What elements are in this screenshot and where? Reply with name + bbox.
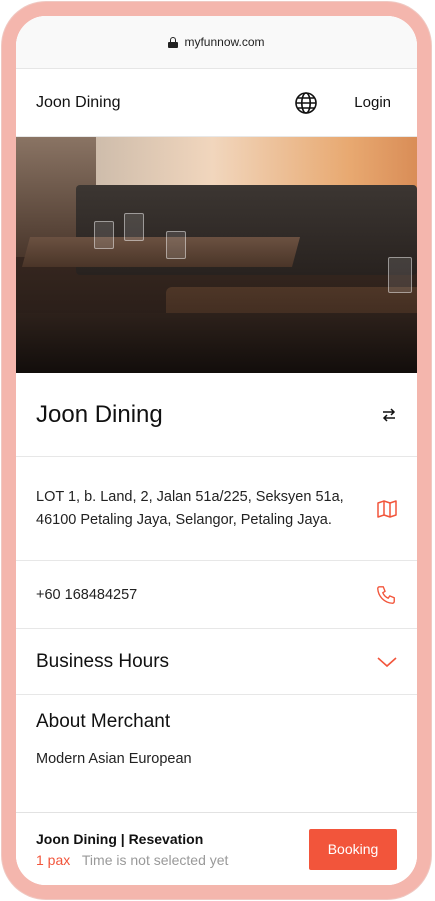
- pax-count[interactable]: 1 pax: [36, 852, 70, 868]
- swap-icon[interactable]: [381, 407, 397, 423]
- booking-bar: Joon Dining | Resevation 1 pax Time is n…: [16, 812, 417, 885]
- phone-icon[interactable]: [375, 584, 397, 606]
- map-icon[interactable]: [377, 499, 397, 518]
- address-row: LOT 1, b. Land, 2, Jalan 51a/225, Seksye…: [16, 457, 417, 561]
- browser-url-bar[interactable]: myfunnow.com: [16, 16, 417, 69]
- about-merchant-text: Modern Asian European: [36, 751, 192, 767]
- business-hours-row[interactable]: Business Hours: [16, 629, 417, 695]
- booking-info: Joon Dining | Resevation 1 pax Time is n…: [36, 831, 309, 868]
- globe-icon[interactable]: [294, 91, 318, 115]
- business-hours-title: Business Hours: [36, 650, 170, 672]
- phone-row: +60 168484257: [16, 561, 417, 629]
- time-status: Time is not selected yet: [81, 851, 229, 868]
- site-header: Joon Dining Login: [16, 69, 417, 137]
- url-text: myfunnow.com: [184, 35, 265, 49]
- about-merchant-title: About Merchant: [36, 711, 171, 732]
- booking-title: Joon Dining | Resevation: [36, 830, 204, 847]
- brand-title[interactable]: Joon Dining: [36, 94, 294, 112]
- merchant-name: Joon Dining: [36, 400, 163, 428]
- screen: myfunnow.com Joon Dining Login Joon Dini…: [16, 16, 417, 885]
- lock-icon: [168, 36, 179, 48]
- phone-frame: myfunnow.com Joon Dining Login Joon Dini…: [2, 2, 431, 899]
- chevron-down-icon[interactable]: [377, 656, 397, 668]
- merchant-phone: +60 168484257: [36, 586, 138, 603]
- merchant-address: LOT 1, b. Land, 2, Jalan 51a/225, Seksye…: [36, 488, 344, 528]
- merchant-hero-image: [16, 137, 417, 373]
- booking-button[interactable]: Booking: [309, 828, 397, 870]
- about-merchant-section: About Merchant Modern Asian European: [16, 695, 417, 767]
- login-link[interactable]: Login: [354, 94, 391, 111]
- merchant-title-row: Joon Dining: [16, 373, 417, 457]
